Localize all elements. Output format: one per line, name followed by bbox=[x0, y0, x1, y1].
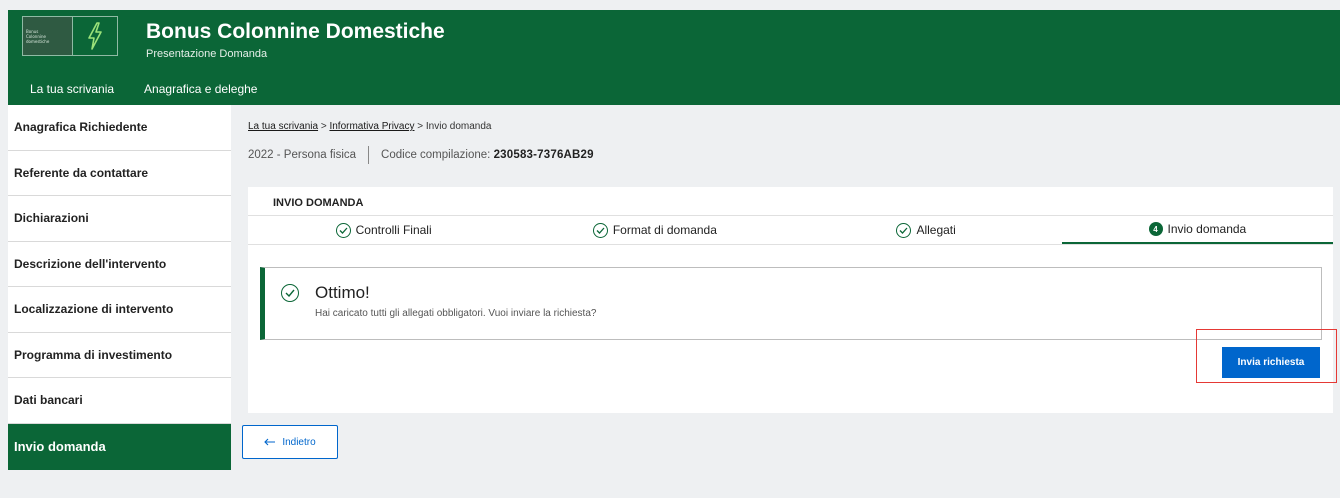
step-invio-domanda[interactable]: 4 Invio domanda bbox=[1061, 216, 1333, 244]
check-circle-icon bbox=[592, 222, 608, 238]
back-button-label: Indietro bbox=[282, 436, 316, 448]
step-controlli-finali[interactable]: Controlli Finali bbox=[248, 216, 519, 244]
step-label: Invio domanda bbox=[1167, 222, 1247, 236]
arrow-left-icon bbox=[264, 438, 276, 446]
check-circle-icon bbox=[335, 222, 351, 238]
lightning-bolt-icon bbox=[71, 17, 117, 55]
sidebar-item-dichiarazioni[interactable]: Dichiarazioni bbox=[8, 196, 231, 242]
breadcrumb-link-privacy[interactable]: Informativa Privacy bbox=[329, 121, 414, 132]
year-type: 2022 - Persona fisica bbox=[248, 149, 357, 161]
highlight-box bbox=[1196, 329, 1337, 383]
step-allegati[interactable]: Allegati bbox=[791, 216, 1062, 244]
breadcrumb-separator: > bbox=[320, 121, 327, 132]
app-title: Bonus Colonnine Domestiche bbox=[146, 20, 445, 43]
meta-divider bbox=[368, 146, 370, 164]
sidebar-item-descrizione-intervento[interactable]: Descrizione dell'intervento bbox=[8, 241, 231, 287]
app-subtitle: Presentazione Domanda bbox=[146, 48, 268, 60]
step-label: Format di domanda bbox=[612, 223, 717, 237]
step-label: Allegati bbox=[916, 223, 956, 237]
alert-title: Ottimo! bbox=[315, 283, 370, 302]
application-meta: 2022 - Persona fisica Codice compilazion… bbox=[248, 146, 594, 164]
sidebar: Anagrafica Richiedente Referente da cont… bbox=[8, 105, 231, 470]
code-label: Codice compilazione: bbox=[381, 149, 491, 161]
sidebar-item-invio-domanda[interactable]: Invio domanda bbox=[8, 423, 231, 470]
sidebar-item-anagrafica-richiedente[interactable]: Anagrafica Richiedente bbox=[8, 105, 231, 151]
top-navigation: La tua scrivania Anagrafica e deleghe bbox=[30, 82, 257, 96]
app-header: Bonus Colonnine domestiche Bonus Colonni… bbox=[8, 10, 1340, 105]
step-format-domanda[interactable]: Format di domanda bbox=[519, 216, 790, 244]
sidebar-item-dati-bancari[interactable]: Dati bancari bbox=[8, 378, 231, 424]
step-number-badge: 4 bbox=[1148, 222, 1163, 236]
main-card: INVIO DOMANDA Controlli Finali Format di… bbox=[248, 187, 1333, 413]
code-value: 230583-7376AB29 bbox=[493, 149, 594, 161]
success-alert: Ottimo! Hai caricato tutti gli allegati … bbox=[260, 267, 1322, 340]
breadcrumb-separator: > bbox=[417, 121, 424, 132]
nav-anagrafica-deleghe[interactable]: Anagrafica e deleghe bbox=[144, 82, 257, 96]
back-button[interactable]: Indietro bbox=[242, 425, 338, 459]
sidebar-item-programma-investimento[interactable]: Programma di investimento bbox=[8, 332, 231, 378]
breadcrumb: La tua scrivania > Informativa Privacy >… bbox=[248, 121, 492, 132]
card-title: INVIO DOMANDA bbox=[273, 197, 364, 209]
sidebar-item-referente[interactable]: Referente da contattare bbox=[8, 150, 231, 196]
alert-text: Hai caricato tutti gli allegati obbligat… bbox=[315, 308, 597, 319]
nav-scrivania[interactable]: La tua scrivania bbox=[30, 82, 114, 96]
logo-text: Bonus Colonnine domestiche bbox=[23, 17, 72, 55]
check-circle-icon bbox=[896, 222, 912, 238]
breadcrumb-link-scrivania[interactable]: La tua scrivania bbox=[248, 121, 318, 132]
sidebar-item-localizzazione[interactable]: Localizzazione di intervento bbox=[8, 287, 231, 333]
step-label: Controlli Finali bbox=[355, 223, 432, 237]
breadcrumb-current: Invio domanda bbox=[425, 121, 492, 132]
check-circle-icon bbox=[281, 284, 299, 302]
step-tabs: Controlli Finali Format di domanda Alleg… bbox=[248, 215, 1333, 245]
app-logo[interactable]: Bonus Colonnine domestiche bbox=[22, 16, 118, 56]
